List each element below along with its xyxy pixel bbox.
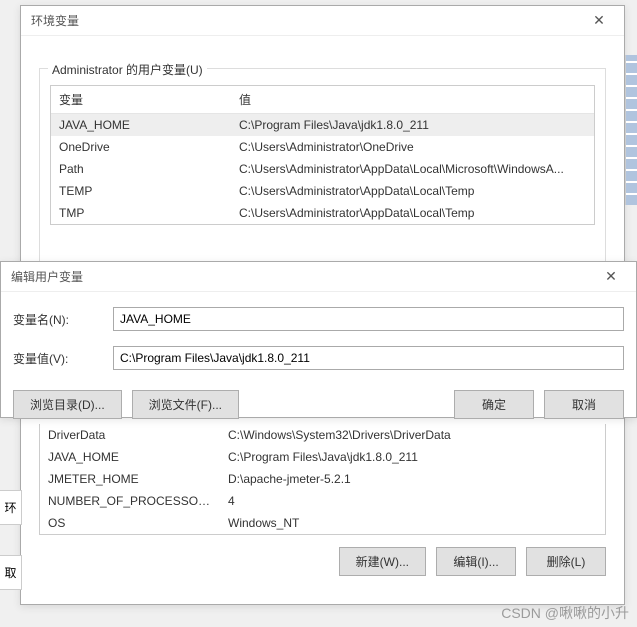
table-header: 变量 值 <box>51 86 594 114</box>
cell-val: C:\Users\Administrator\OneDrive <box>231 136 594 158</box>
table-row[interactable]: Path C:\Users\Administrator\AppData\Loca… <box>51 158 594 180</box>
close-icon[interactable]: ✕ <box>584 6 614 36</box>
ok-button[interactable]: 确定 <box>454 390 534 419</box>
new-button[interactable]: 新建(W)... <box>339 547 426 576</box>
cell-var: Path <box>51 158 231 180</box>
value-label: 变量值(V): <box>13 350 113 367</box>
sys-vars-table[interactable]: DriverData C:\Windows\System32\Drivers\D… <box>39 424 606 535</box>
browse-dir-button[interactable]: 浏览目录(D)... <box>13 390 122 419</box>
name-row: 变量名(N): <box>13 307 624 331</box>
cell-var: JMETER_HOME <box>40 468 220 490</box>
cell-val: C:\Users\Administrator\AppData\Local\Mic… <box>231 158 594 180</box>
cell-var: TEMP <box>51 180 231 202</box>
table-row[interactable]: JAVA_HOME C:\Program Files\Java\jdk1.8.0… <box>40 446 605 468</box>
edit-title: 编辑用户变量 <box>11 268 596 285</box>
edit-button[interactable]: 编辑(I)... <box>436 547 516 576</box>
table-row[interactable]: JAVA_HOME C:\Program Files\Java\jdk1.8.0… <box>51 114 594 136</box>
cell-var: OneDrive <box>51 136 231 158</box>
user-vars-label: Administrator 的用户变量(U) <box>48 61 207 78</box>
value-input[interactable] <box>113 346 624 370</box>
cell-val: C:\Users\Administrator\AppData\Local\Tem… <box>231 180 594 202</box>
value-row: 变量值(V): <box>13 346 624 370</box>
table-row[interactable]: TEMP C:\Users\Administrator\AppData\Loca… <box>51 180 594 202</box>
cell-val: D:\apache-jmeter-5.2.1 <box>220 468 605 490</box>
name-label: 变量名(N): <box>13 311 113 328</box>
table-row[interactable]: JMETER_HOME D:\apache-jmeter-5.2.1 <box>40 468 605 490</box>
name-input[interactable] <box>113 307 624 331</box>
watermark: CSDN @啾啾的小升 <box>501 603 629 623</box>
sys-button-row: 新建(W)... 编辑(I)... 删除(L) <box>39 535 606 576</box>
fragment-cancel: 取 <box>0 555 22 590</box>
cell-val: 4 <box>220 490 605 512</box>
cell-var: JAVA_HOME <box>40 446 220 468</box>
cell-var: NUMBER_OF_PROCESSORS <box>40 490 220 512</box>
table-row[interactable]: NUMBER_OF_PROCESSORS 4 <box>40 490 605 512</box>
col-val-header[interactable]: 值 <box>231 86 594 113</box>
cell-val: Windows_NT <box>220 512 605 534</box>
cancel-button[interactable]: 取消 <box>544 390 624 419</box>
cell-var: TMP <box>51 202 231 224</box>
side-decoration <box>625 55 637 205</box>
env-title: 环境变量 <box>31 12 584 29</box>
cell-var: OS <box>40 512 220 534</box>
user-vars-table[interactable]: 变量 值 JAVA_HOME C:\Program Files\Java\jdk… <box>50 85 595 225</box>
fragment-env: 环 <box>0 490 22 525</box>
table-row[interactable]: TMP C:\Users\Administrator\AppData\Local… <box>51 202 594 224</box>
cell-val: C:\Program Files\Java\jdk1.8.0_211 <box>231 114 594 136</box>
cell-var: JAVA_HOME <box>51 114 231 136</box>
delete-button[interactable]: 删除(L) <box>526 547 606 576</box>
table-row[interactable]: OneDrive C:\Users\Administrator\OneDrive <box>51 136 594 158</box>
table-row[interactable]: OS Windows_NT <box>40 512 605 534</box>
browse-file-button[interactable]: 浏览文件(F)... <box>132 390 239 419</box>
cell-val: C:\Program Files\Java\jdk1.8.0_211 <box>220 446 605 468</box>
col-var-header[interactable]: 变量 <box>51 86 231 113</box>
close-icon[interactable]: ✕ <box>596 262 626 292</box>
edit-titlebar: 编辑用户变量 ✕ <box>1 262 636 292</box>
edit-var-dialog: 编辑用户变量 ✕ 变量名(N): 变量值(V): 浏览目录(D)... 浏览文件… <box>0 261 637 418</box>
cell-val: C:\Users\Administrator\AppData\Local\Tem… <box>231 202 594 224</box>
user-vars-group: Administrator 的用户变量(U) 变量 值 JAVA_HOME C:… <box>39 68 606 278</box>
env-titlebar: 环境变量 ✕ <box>21 6 624 36</box>
edit-button-row: 浏览目录(D)... 浏览文件(F)... 确定 取消 <box>1 385 636 431</box>
